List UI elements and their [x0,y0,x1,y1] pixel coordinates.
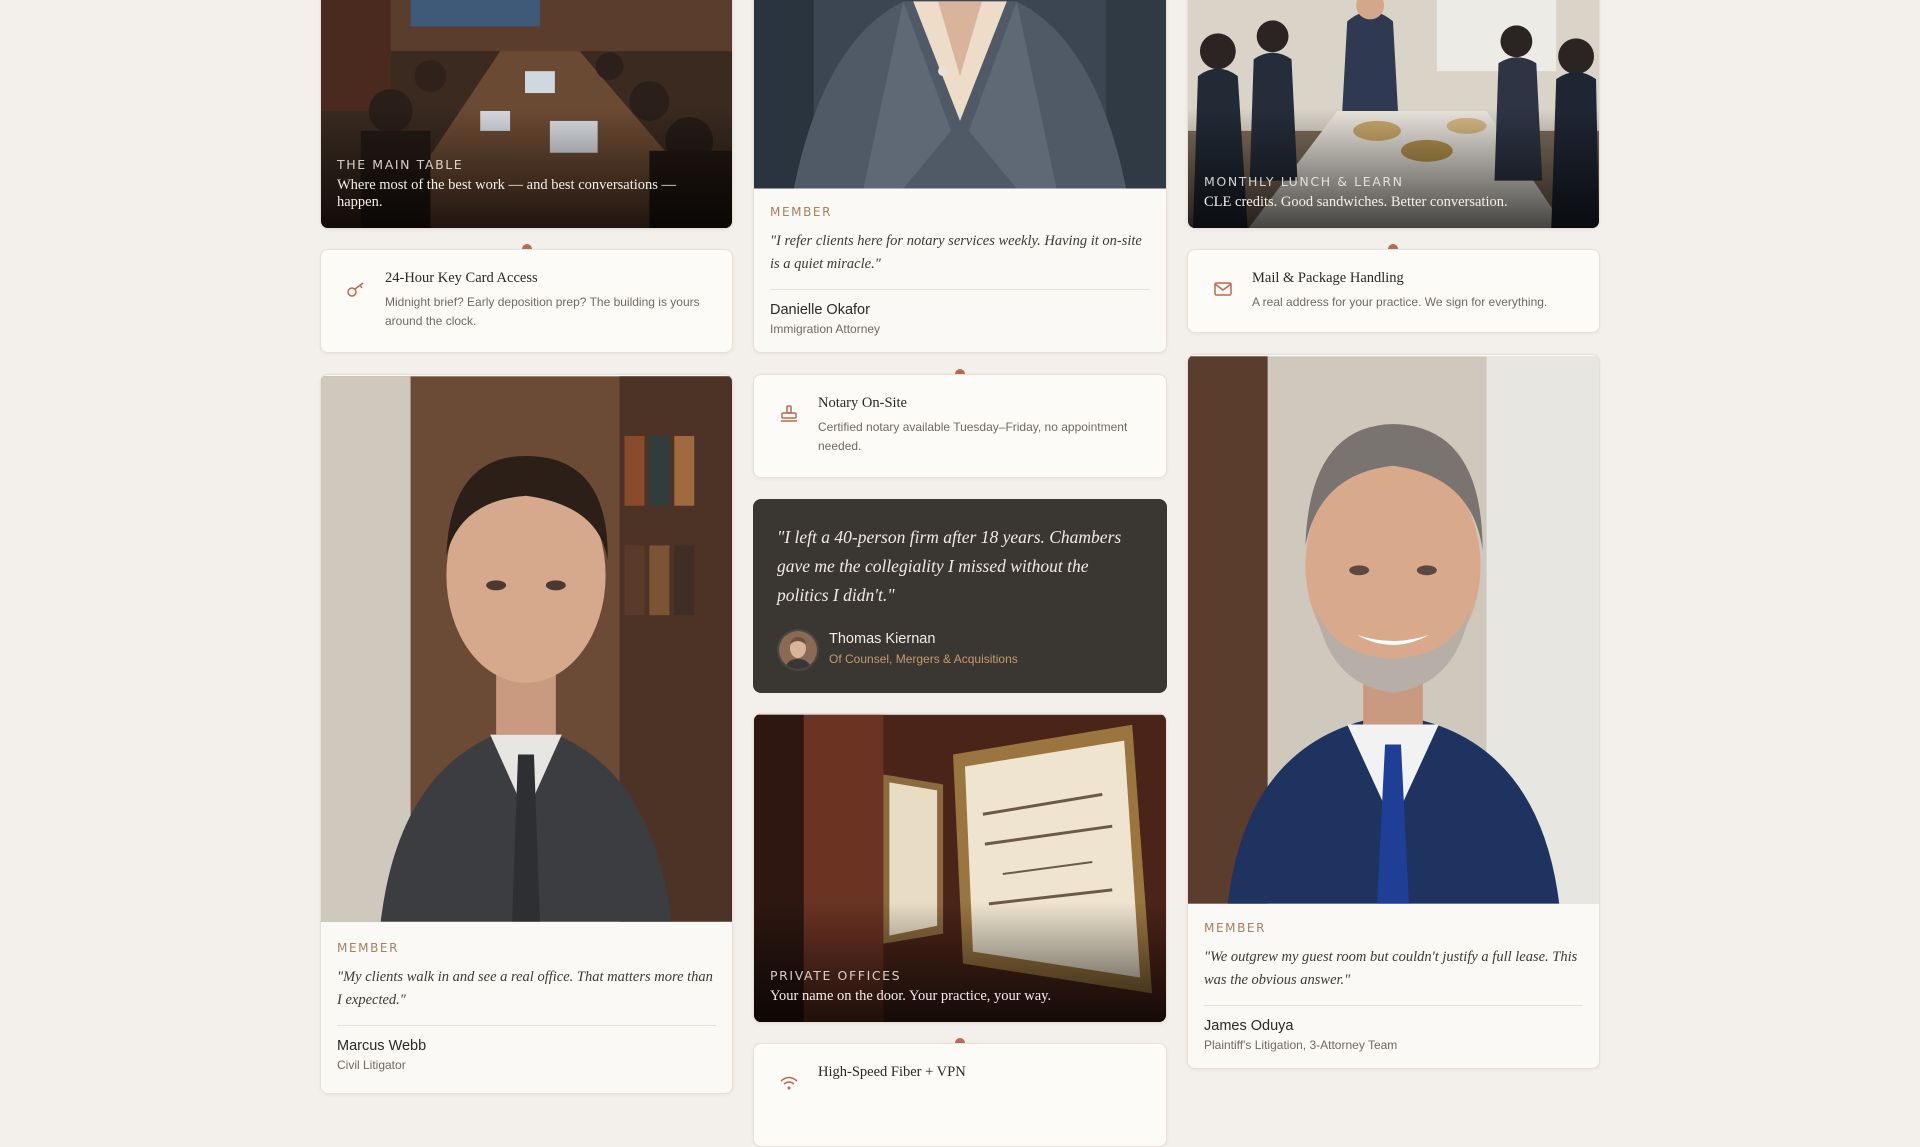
member-eyebrow: MEMBER [770,205,833,219]
photo-tile-private-offices[interactable]: PRIVATE OFFICES Your name on the door. Y… [753,713,1167,1023]
divider [770,289,1150,290]
photo-caption: CLE credits. Good sandwiches. Better con… [1204,194,1508,210]
member-card-danielle-okafor[interactable]: MEMBER "I refer clients here for notary … [753,0,1167,353]
member-role: Plaintiff's Litigation, 3-Attorney Team [1204,1038,1398,1052]
photo-caption-block: MONTHLY LUNCH & LEARN CLE credits. Good … [1204,174,1583,211]
feature-text: Notary On-Site Certified notary availabl… [818,395,1146,456]
photo-caption-block: PRIVATE OFFICES Your name on the door. Y… [770,968,1150,1005]
feature-description: Midnight brief? Early deposition prep? T… [385,295,700,328]
feature-title: Mail & Package Handling [1252,270,1404,286]
testimonial-name: Thomas Kiernan [829,631,936,647]
photo-caption: Your name on the door. Your practice, yo… [770,988,1052,1004]
stamp-icon [781,405,797,422]
photo-caption-block: THE MAIN TABLE Where most of the best wo… [337,157,716,211]
feature-card-notary-on-site[interactable]: Notary On-Site Certified notary availabl… [753,374,1167,478]
feature-text: High-Speed Fiber + VPN [818,1064,1146,1087]
member-quote: "We outgrew my guest room but couldn't j… [1204,949,1578,988]
feature-card-fiber-vpn[interactable]: High-Speed Fiber + VPN [753,1043,1167,1147]
member-portrait [321,376,732,922]
member-card-james-oduya[interactable]: MEMBER "We outgrew my guest room but cou… [1187,354,1600,1069]
mail-icon [1214,282,1232,296]
feature-text: Mail & Package Handling A real address f… [1252,270,1579,312]
testimonial-card[interactable]: "I left a 40-person firm after 18 years.… [753,499,1167,693]
member-name: Danielle Okafor [770,302,870,318]
member-body: MEMBER "We outgrew my guest room but cou… [1204,921,1583,1052]
member-role: Civil Litigator [337,1058,406,1072]
feature-card-mail-handling[interactable]: Mail & Package Handling A real address f… [1187,249,1600,333]
feature-description: A real address for your practice. We sig… [1252,295,1548,309]
member-eyebrow: MEMBER [337,941,400,955]
feature-description: Certified notary available Tuesday–Frida… [818,420,1128,453]
divider [1204,1005,1583,1006]
testimonial-role: Of Counsel, Mergers & Acquisitions [829,652,1018,666]
member-name: Marcus Webb [337,1038,427,1054]
member-portrait [1188,356,1599,904]
feature-title: High-Speed Fiber + VPN [818,1064,966,1080]
photo-tile-main-table[interactable]: THE MAIN TABLE Where most of the best wo… [320,0,733,229]
photo-tile-lunch-and-learn[interactable]: MONTHLY LUNCH & LEARN CLE credits. Good … [1187,0,1600,229]
photo-caption: Where most of the best work — and best c… [337,177,677,210]
member-name: James Oduya [1204,1018,1294,1034]
testimonial-quote: "I left a 40-person firm after 18 years.… [777,527,1122,605]
photo-eyebrow: MONTHLY LUNCH & LEARN [1204,174,1404,189]
feature-title: 24-Hour Key Card Access [385,270,538,286]
member-portrait [754,0,1166,189]
wifi-icon [780,1076,798,1090]
photo-eyebrow: PRIVATE OFFICES [770,968,902,983]
member-quote: "I refer clients here for notary service… [770,233,1142,272]
member-body: MEMBER "My clients walk in and see a rea… [337,941,716,1072]
feature-text: 24-Hour Key Card Access Midnight brief? … [385,270,712,331]
divider [337,1025,716,1026]
key-icon [347,282,364,297]
member-body: MEMBER "I refer clients here for notary … [770,205,1150,336]
feature-card-key-card-access[interactable]: 24-Hour Key Card Access Midnight brief? … [320,249,733,353]
feature-title: Notary On-Site [818,395,907,411]
member-role: Immigration Attorney [770,322,881,336]
member-card-marcus-webb[interactable]: MEMBER "My clients walk in and see a rea… [320,374,733,1094]
photo-eyebrow: THE MAIN TABLE [337,157,464,172]
avatar [777,629,819,671]
member-eyebrow: MEMBER [1204,921,1267,935]
member-quote: "My clients walk in and see a real offic… [337,969,713,1008]
